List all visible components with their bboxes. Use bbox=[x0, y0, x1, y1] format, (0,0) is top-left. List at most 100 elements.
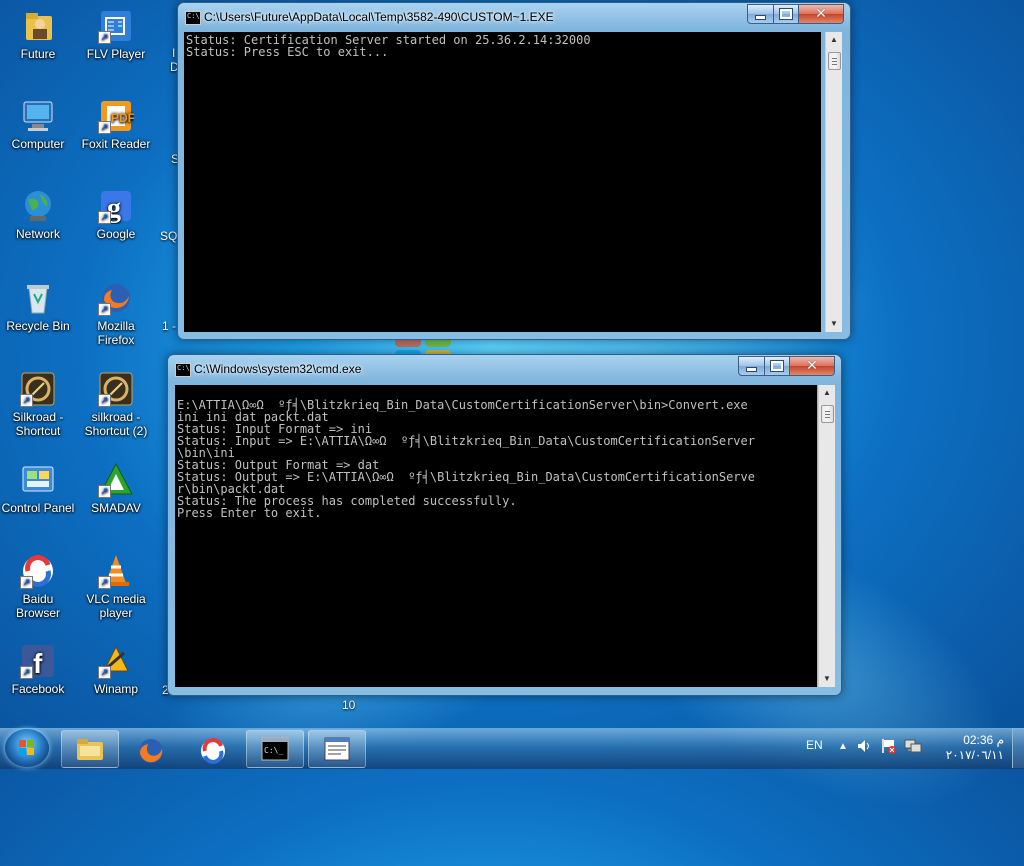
desktop-icon-smadav[interactable]: ↗ SMADAV bbox=[78, 462, 154, 515]
vertical-scrollbar[interactable]: ▲ ▼ bbox=[818, 385, 835, 687]
windows-flag-icon bbox=[19, 740, 35, 756]
command-prompt-icon: C:\ bbox=[175, 363, 191, 377]
silkroad-game-icon: ↗ bbox=[98, 371, 134, 407]
vertical-scrollbar[interactable]: ▲ ▼ bbox=[825, 32, 842, 332]
language-indicator[interactable]: EN bbox=[806, 738, 823, 752]
desktop-icon-flv-player[interactable]: ↗ FLV Player bbox=[78, 8, 154, 61]
shortcut-arrow-icon: ↗ bbox=[20, 576, 33, 589]
svg-text:f: f bbox=[33, 648, 43, 679]
shortcut-arrow-icon: ↗ bbox=[98, 394, 111, 407]
scroll-up-icon[interactable]: ▲ bbox=[819, 385, 835, 401]
shortcut-arrow-icon: ↗ bbox=[98, 303, 111, 316]
partial-icon-label: I bbox=[172, 46, 176, 60]
shortcut-arrow-icon: ↗ bbox=[98, 31, 111, 44]
desktop-icon-baidu-browser[interactable]: ↗ Baidu Browser bbox=[0, 553, 76, 620]
clock-date: ٢٠١٧/٠٦/١١ bbox=[945, 748, 1004, 762]
taskbar-cmd-button[interactable]: C:\_ bbox=[246, 730, 304, 768]
console-line: Status: Input => E:\ATTIA\Ω∞Ω ºƒ╡\Blitzk… bbox=[177, 434, 755, 448]
window-title: C:\Windows\system32\cmd.exe bbox=[194, 362, 362, 376]
console-line: Press Enter to exit. bbox=[177, 506, 322, 520]
shortcut-arrow-icon: ↗ bbox=[98, 485, 111, 498]
shortcut-arrow-icon: ↗ bbox=[20, 394, 33, 407]
desktop-icon-control-panel[interactable]: Control Panel bbox=[0, 462, 76, 515]
shortcut-arrow-icon: ↗ bbox=[98, 666, 111, 679]
scrollbar-thumb[interactable] bbox=[828, 52, 841, 70]
network-globe-icon bbox=[20, 188, 56, 224]
desktop-icon-facebook[interactable]: f ↗ Facebook bbox=[0, 643, 76, 696]
minimize-icon bbox=[746, 366, 757, 372]
desktop-icon-network[interactable]: Network bbox=[0, 188, 76, 241]
volume-icon[interactable] bbox=[856, 738, 872, 757]
desktop-icon-winamp[interactable]: ↗ Winamp bbox=[78, 643, 154, 696]
console-output[interactable]: E:\ATTIA\Ω∞Ω ºƒ╡\Blitzkrieq_Bin_Data\Cus… bbox=[175, 385, 817, 687]
scroll-down-icon[interactable]: ▼ bbox=[826, 316, 842, 332]
shortcut-arrow-icon: ↗ bbox=[98, 211, 111, 224]
partial-icon-label: SQ bbox=[160, 229, 178, 243]
taskbar-firefox-button[interactable] bbox=[122, 730, 180, 768]
scrollbar-thumb[interactable] bbox=[821, 405, 834, 423]
console-line: Status: Press ESC to exit... bbox=[186, 45, 389, 59]
firefox-icon: ↗ bbox=[98, 280, 134, 316]
scroll-up-icon[interactable]: ▲ bbox=[826, 32, 842, 48]
scroll-down-icon[interactable]: ▼ bbox=[819, 671, 835, 687]
shortcut-arrow-icon: ↗ bbox=[98, 121, 111, 134]
close-button[interactable]: ✕ bbox=[799, 4, 844, 24]
clock-time: 02:36 م bbox=[963, 733, 1004, 747]
control-panel-icon bbox=[20, 462, 56, 498]
desktop-icon-vlc-media-player[interactable]: ↗ VLC media player bbox=[78, 553, 154, 620]
show-desktop-button[interactable] bbox=[1012, 728, 1024, 768]
maximize-icon bbox=[770, 360, 784, 372]
firefox-icon bbox=[137, 737, 165, 763]
maximize-button[interactable] bbox=[765, 356, 790, 376]
smadav-icon: ↗ bbox=[98, 462, 134, 498]
shortcut-arrow-icon: ↗ bbox=[20, 666, 33, 679]
maximize-icon bbox=[779, 8, 793, 20]
minimize-icon bbox=[755, 14, 766, 20]
tray-expand-icon[interactable]: ▲ bbox=[838, 741, 848, 752]
console-app-icon: C:\ bbox=[185, 11, 201, 25]
taskbar-explorer-button[interactable] bbox=[61, 730, 119, 768]
flv-player-icon: ↗ bbox=[98, 8, 134, 44]
baidu-browser-icon: ↗ bbox=[20, 553, 56, 589]
desktop-icon-future[interactable]: Future bbox=[0, 8, 76, 61]
taskbar-app-button[interactable] bbox=[308, 730, 366, 768]
minimize-button[interactable] bbox=[747, 4, 774, 24]
network-status-icon[interactable] bbox=[904, 738, 922, 757]
baidu-browser-icon bbox=[199, 737, 227, 764]
taskbar-baidu-button[interactable] bbox=[184, 730, 242, 768]
user-folder-icon bbox=[20, 8, 56, 44]
desktop-icon-computer[interactable]: Computer bbox=[0, 98, 76, 151]
desktop-icon-recycle-bin[interactable]: Recycle Bin bbox=[0, 280, 76, 333]
partial-icon-label: 1 - bbox=[162, 319, 177, 333]
window-title: C:\Users\Future\AppData\Local\Temp\3582-… bbox=[204, 10, 554, 24]
facebook-icon: f ↗ bbox=[20, 643, 56, 679]
start-button[interactable] bbox=[5, 729, 49, 767]
close-icon: ✕ bbox=[815, 6, 827, 22]
computer-icon bbox=[20, 98, 56, 134]
close-button[interactable]: ✕ bbox=[790, 356, 835, 376]
server-console-window[interactable]: C:\ C:\Users\Future\AppData\Local\Temp\3… bbox=[177, 2, 851, 340]
google-icon: g ↗ bbox=[98, 188, 134, 224]
window-titlebar[interactable]: C:\ C:\Windows\system32\cmd.exe ✕ bbox=[168, 355, 841, 379]
desktop-icon-silkroad-shortcut-2[interactable]: ↗ silkroad - Shortcut (2) bbox=[78, 371, 154, 438]
desktop-icon-silkroad-shortcut[interactable]: ↗ Silkroad - Shortcut bbox=[0, 371, 76, 438]
shortcut-arrow-icon: ↗ bbox=[98, 576, 111, 589]
svg-text:C:\_: C:\_ bbox=[264, 746, 283, 755]
desktop-icon-google[interactable]: g ↗ Google bbox=[78, 188, 154, 241]
maximize-button[interactable] bbox=[774, 4, 799, 24]
flag-error-icon[interactable] bbox=[880, 738, 896, 757]
winamp-icon: ↗ bbox=[98, 643, 134, 679]
window-app-icon bbox=[323, 737, 351, 761]
console-output[interactable]: Status: Certification Server started on … bbox=[184, 32, 821, 332]
desktop-icon-foxit-reader[interactable]: PDF ↗ Foxit Reader bbox=[78, 98, 154, 151]
cmd-window[interactable]: C:\ C:\Windows\system32\cmd.exe ✕ E:\ATT… bbox=[167, 354, 842, 696]
command-prompt-icon: C:\_ bbox=[261, 737, 289, 761]
desktop-icon-mozilla-firefox[interactable]: ↗ Mozilla Firefox bbox=[78, 280, 154, 347]
window-titlebar[interactable]: C:\ C:\Users\Future\AppData\Local\Temp\3… bbox=[178, 3, 850, 27]
silkroad-game-icon: ↗ bbox=[20, 371, 56, 407]
clock[interactable]: 02:36 م ٢٠١٧/٠٦/١١ bbox=[944, 733, 1004, 763]
minimize-button[interactable] bbox=[738, 356, 765, 376]
vlc-cone-icon: ↗ bbox=[98, 553, 134, 589]
recycle-bin-icon bbox=[20, 280, 56, 316]
svg-text:PDF: PDF bbox=[111, 111, 134, 125]
